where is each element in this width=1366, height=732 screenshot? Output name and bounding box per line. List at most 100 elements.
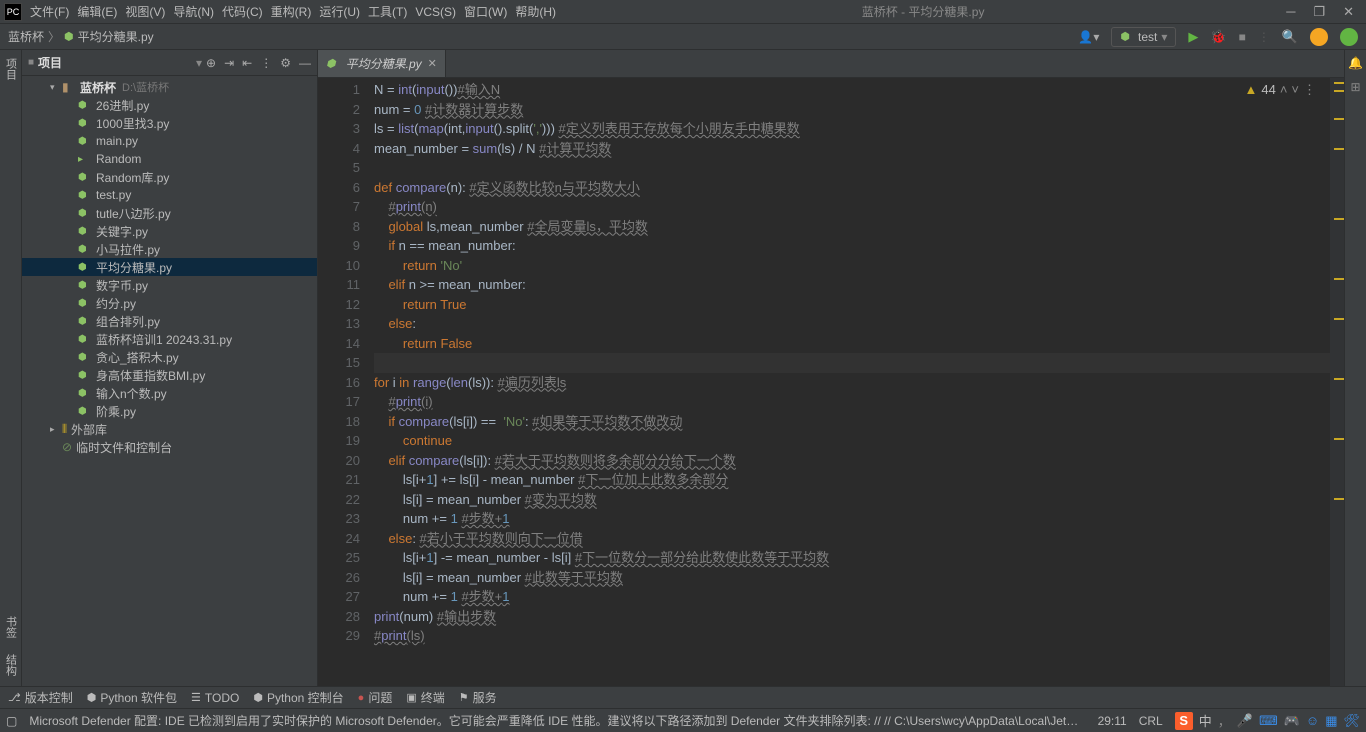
editor-tab[interactable]: ⬢ 平均分糖果.py ✕ (318, 50, 446, 77)
status-message[interactable]: Microsoft Defender 配置: IDE 已检测到启用了实时保护的 … (29, 712, 1085, 729)
tree-file[interactable]: ⬢test.py (22, 186, 317, 204)
menu-vcs[interactable]: VCS(S) (411, 5, 460, 19)
tool-services[interactable]: ⚑服务 (459, 689, 497, 706)
tree-file[interactable]: ⬢Random库.py (22, 168, 317, 186)
tree-file[interactable]: ⬢平均分糖果.py (22, 258, 317, 276)
status-bar: ▢ Microsoft Defender 配置: IDE 已检测到启用了实时保护… (0, 708, 1366, 732)
menu-run[interactable]: 运行(U) (315, 3, 364, 20)
navigation-bar: 蓝桥杯 〉 ⬢ 平均分糖果.py 👤▾ ⬢test▾ ▶ 🐞 ■ ⋮ 🔍 (0, 24, 1366, 50)
keyboard-icon[interactable]: ⌨ (1259, 713, 1278, 729)
chevron-down-icon[interactable]: ˅ (1291, 80, 1299, 100)
left-gutter: 项目 书签 结构 (0, 50, 22, 686)
mic-icon[interactable]: 🎤 (1237, 713, 1253, 729)
tree-file[interactable]: ⬢关键字.py (22, 222, 317, 240)
ime-tray: S 中 ， 🎤 ⌨ 🎮 ☺ ▦ 🛠 (1175, 711, 1360, 730)
tree-file[interactable]: ⬢组合排列.py (22, 312, 317, 330)
left-tool-bookmarks[interactable]: 书签 (3, 612, 19, 642)
cursor-position[interactable]: 29:11 (1098, 714, 1127, 728)
tree-file[interactable]: ⬢蓝桥杯培训1 20243.31.py (22, 330, 317, 348)
toolbox-icon[interactable] (1340, 28, 1358, 46)
run-configuration[interactable]: ⬢test▾ (1111, 27, 1176, 47)
sogou-icon[interactable]: S (1175, 712, 1193, 730)
tree-file[interactable]: ⬢数字币.py (22, 276, 317, 294)
grid-icon[interactable]: ▦ (1325, 713, 1337, 729)
tool-todo[interactable]: ☰TODO (191, 691, 239, 705)
debug-button[interactable]: 🐞 (1210, 29, 1226, 45)
menu-window[interactable]: 窗口(W) (460, 3, 511, 20)
python-file-icon: ⬢ (326, 57, 336, 70)
ime-lang[interactable]: 中 (1199, 711, 1212, 730)
editor-tabs: ⬢ 平均分糖果.py ✕ (318, 50, 1344, 78)
settings-icon[interactable]: ⋮ (260, 56, 272, 70)
python-file-icon: ⬢ (64, 30, 74, 43)
breadcrumb-root[interactable]: 蓝桥杯 (8, 28, 44, 45)
tree-file[interactable]: ⬢tutle八边形.py (22, 204, 317, 222)
tree-file[interactable]: ⬢约分.py (22, 294, 317, 312)
more-icon[interactable]: ⋮ (1303, 80, 1316, 100)
run-button[interactable]: ▶ (1188, 29, 1198, 45)
tree-file[interactable]: ⬢main.py (22, 132, 317, 150)
database-icon[interactable]: ⊞ (1350, 80, 1360, 94)
tool-console[interactable]: ⬢Python 控制台 (253, 689, 343, 706)
tree-file[interactable]: ⬢贪心_搭积木.py (22, 348, 317, 366)
tree-file[interactable]: ⬢身高体重指数BMI.py (22, 366, 317, 384)
line-separator[interactable]: CRL (1139, 714, 1163, 728)
tree-file[interactable]: ⬢26进制.py (22, 96, 317, 114)
tool-problems[interactable]: ●问题 (358, 689, 393, 706)
collapse-icon[interactable]: ⇤ (242, 56, 252, 70)
tree-external[interactable]: ▸⫴外部库 (22, 420, 317, 438)
tree-file[interactable]: ⬢输入n个数.py (22, 384, 317, 402)
tree-file[interactable]: ⬢小马拉件.py (22, 240, 317, 258)
error-stripe[interactable] (1330, 78, 1344, 686)
project-panel-title: 项目 (38, 54, 192, 71)
inspection-badge[interactable]: ▲ 44 ˄ ˅ ⋮ (1244, 80, 1316, 100)
gear-icon[interactable]: ⚙ (280, 56, 291, 70)
tree-scratch[interactable]: ⊘临时文件和控制台 (22, 438, 317, 456)
expand-icon[interactable]: ⇥ (224, 56, 234, 70)
tool-terminal[interactable]: ▣终端 (406, 689, 444, 706)
title-bar: PC 文件(F) 编辑(E) 视图(V) 导航(N) 代码(C) 重构(R) 运… (0, 0, 1366, 24)
left-tool-structure[interactable]: 结构 (3, 650, 19, 680)
tree-file[interactable]: ⬢阶乘.py (22, 402, 317, 420)
menu-refactor[interactable]: 重构(R) (267, 3, 316, 20)
smile-icon[interactable]: ☺ (1306, 713, 1319, 728)
search-icon[interactable]: 🔍 (1282, 29, 1298, 45)
minimize-icon[interactable]: ─ (1286, 4, 1295, 20)
right-gutter: 🔔 ⊞ (1344, 50, 1366, 686)
tree-file[interactable]: ▸Random (22, 150, 317, 168)
avatar-icon[interactable] (1310, 28, 1328, 46)
left-tool-project[interactable]: 项目 (3, 54, 19, 84)
code-editor[interactable]: 1234567891011121314151617181920212223242… (318, 78, 1344, 686)
locate-icon[interactable]: ⊕ (206, 56, 216, 70)
menu-nav[interactable]: 导航(N) (169, 3, 218, 20)
notifications-icon[interactable]: 🔔 (1348, 56, 1363, 70)
window-title: 蓝桥杯 - 平均分糖果.py (560, 3, 1286, 20)
hide-icon[interactable]: — (299, 56, 311, 70)
menu-tools[interactable]: 工具(T) (364, 3, 411, 20)
maximize-icon[interactable]: ❐ (1313, 4, 1325, 20)
menu-help[interactable]: 帮助(H) (511, 3, 560, 20)
pycharm-logo: PC (4, 3, 22, 21)
project-panel: ■ 项目 ▾ ⊕ ⇥ ⇤ ⋮ ⚙ — ▾▮蓝桥杯D:\蓝桥杯⬢26进制.py⬢1… (22, 50, 318, 686)
tools-icon[interactable]: 🛠 (1343, 713, 1360, 729)
warning-icon: ▲ (1244, 80, 1257, 100)
tab-label: 平均分糖果.py (346, 55, 422, 72)
tool-packages[interactable]: ⬢Python 软件包 (87, 689, 177, 706)
tab-close-icon[interactable]: ✕ (428, 57, 437, 70)
stop-button[interactable]: ■ (1239, 30, 1246, 44)
bottom-toolbar: ⎇版本控制 ⬢Python 软件包 ☰TODO ⬢Python 控制台 ●问题 … (0, 686, 1366, 708)
user-icon[interactable]: 👤▾ (1078, 30, 1099, 44)
menu-edit[interactable]: 编辑(E) (73, 3, 121, 20)
project-tree[interactable]: ▾▮蓝桥杯D:\蓝桥杯⬢26进制.py⬢1000里找3.py⬢main.py▸R… (22, 76, 317, 686)
close-icon[interactable]: ✕ (1343, 4, 1354, 20)
tree-root[interactable]: ▾▮蓝桥杯D:\蓝桥杯 (22, 78, 317, 96)
status-icon[interactable]: ▢ (6, 714, 17, 728)
menu-code[interactable]: 代码(C) (218, 3, 267, 20)
breadcrumb-file[interactable]: 平均分糖果.py (78, 28, 154, 45)
menu-file[interactable]: 文件(F) (26, 3, 73, 20)
menu-view[interactable]: 视图(V) (121, 3, 169, 20)
tree-file[interactable]: ⬢1000里找3.py (22, 114, 317, 132)
chevron-up-icon[interactable]: ˄ (1280, 80, 1288, 100)
game-icon[interactable]: 🎮 (1284, 713, 1300, 729)
tool-vcs[interactable]: ⎇版本控制 (8, 689, 73, 706)
